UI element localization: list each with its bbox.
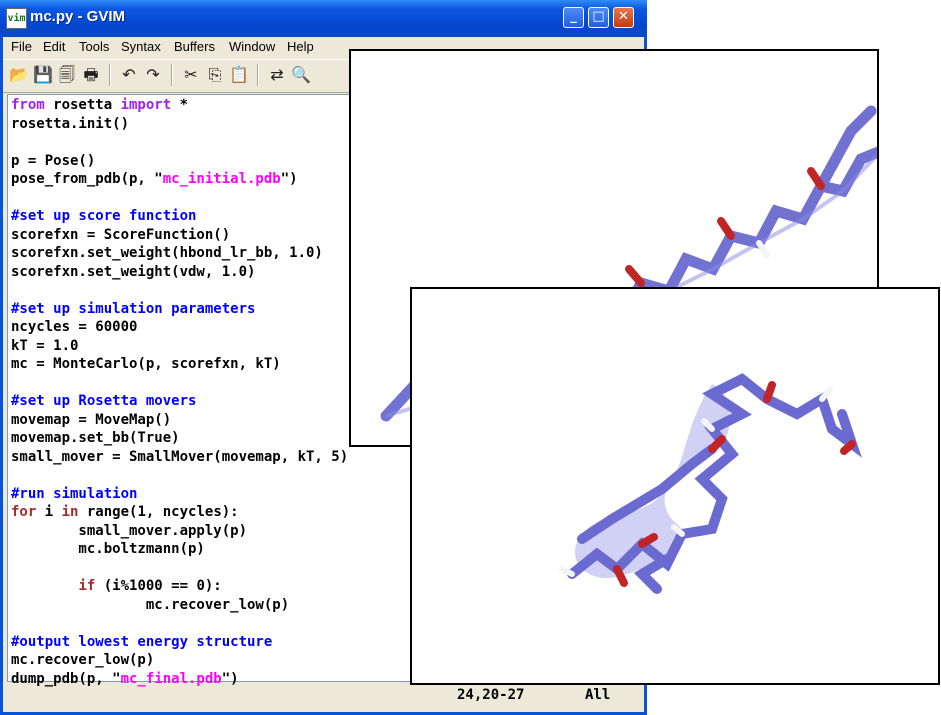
redo-icon[interactable]: ↷	[143, 65, 163, 85]
code-line: pose_from_pdb(p, "mc_initial.pdb")	[11, 171, 298, 187]
maximize-button[interactable]: □	[588, 7, 609, 28]
window-title: mc.py - GVIM	[30, 8, 126, 25]
code-comment: #set up simulation parameters	[11, 300, 256, 317]
scroll-indicator: All	[585, 687, 611, 703]
code-comment: #run simulation	[11, 485, 138, 502]
code-comment: #output lowest energy structure	[11, 633, 273, 650]
menu-buffers[interactable]: Buffers	[174, 39, 215, 54]
find-icon[interactable]: 🔍	[291, 65, 311, 85]
replace-icon[interactable]: ⇄	[267, 65, 287, 85]
oxygen-atom	[807, 167, 825, 190]
code-line: scorefxn = ScoreFunction()	[11, 226, 231, 243]
code-line: mc = MonteCarlo(p, scorefxn, kT)	[11, 356, 281, 372]
code-line: for i in range(1, ncycles):	[11, 504, 239, 520]
code-line: movemap.set_bb(True)	[11, 430, 180, 446]
code-line: rosetta.init()	[11, 115, 130, 132]
copy-icon[interactable]: ⎘	[205, 65, 225, 85]
code-line: movemap = MoveMap()	[11, 411, 172, 428]
code-line: scorefxn.set_weight(hbond_lr_bb, 1.0)	[11, 245, 323, 261]
oxygen-atom	[625, 265, 645, 287]
code-text[interactable]: from rosetta import * rosetta.init() p =…	[11, 96, 348, 688]
vim-icon: vim	[6, 8, 27, 29]
code-line: mc.boltzmann(p)	[11, 541, 205, 557]
code-comment: #set up Rosetta movers	[11, 393, 197, 409]
code-line: scorefxn.set_weight(vdw, 1.0)	[11, 263, 256, 280]
code-line: p = Pose()	[11, 152, 96, 169]
paste-icon[interactable]: 📋	[229, 65, 249, 85]
hydrogen-atom	[819, 386, 833, 402]
menu-tools[interactable]: Tools	[79, 39, 109, 54]
alpha-helix-render	[559, 373, 862, 594]
menu-edit[interactable]: Edit	[43, 39, 65, 54]
code-comment: #set up score function	[11, 208, 197, 224]
cut-icon[interactable]: ✂	[181, 65, 201, 85]
code-line: mc.recover_low(p)	[11, 596, 290, 613]
toolbar-separator	[257, 64, 258, 86]
close-button[interactable]: ✕	[613, 7, 634, 28]
open-icon[interactable]: 📂	[9, 65, 29, 85]
final-structure-panel	[410, 287, 940, 685]
oxygen-atom	[763, 381, 776, 403]
cursor-position: 24,20-27	[457, 687, 525, 703]
oxygen-atom	[717, 217, 735, 240]
toolbar-separator	[109, 64, 110, 86]
code-line: kT = 1.0	[11, 337, 79, 354]
code-line: small_mover = SmallMover(movemap, kT, 5)	[11, 448, 349, 465]
oxygen-atom	[840, 440, 856, 455]
code-line: if (i%1000 == 0):	[78, 578, 222, 594]
save-icon[interactable]: 💾	[33, 65, 53, 85]
save-all-icon[interactable]: 🗐	[57, 65, 77, 85]
menu-file[interactable]: File	[11, 39, 32, 54]
print-icon[interactable]: 🖶	[81, 65, 101, 85]
hydrogen-atom	[756, 240, 770, 258]
code-line: ncycles = 60000	[11, 319, 138, 335]
menu-syntax[interactable]: Syntax	[121, 39, 161, 54]
title-bar[interactable]: vim mc.py - GVIM _ □ ✕	[0, 0, 647, 37]
undo-icon[interactable]: ↶	[119, 65, 139, 85]
status-bar: 24,20-27 All	[7, 684, 644, 710]
code-line: from rosetta import *	[11, 97, 189, 113]
menu-window[interactable]: Window	[229, 39, 275, 54]
toolbar-separator	[171, 64, 172, 86]
code-line: mc.recover_low(p)	[11, 652, 155, 668]
menu-help[interactable]: Help	[287, 39, 314, 54]
code-line: small_mover.apply(p)	[11, 522, 248, 539]
minimize-button[interactable]: _	[563, 7, 584, 28]
